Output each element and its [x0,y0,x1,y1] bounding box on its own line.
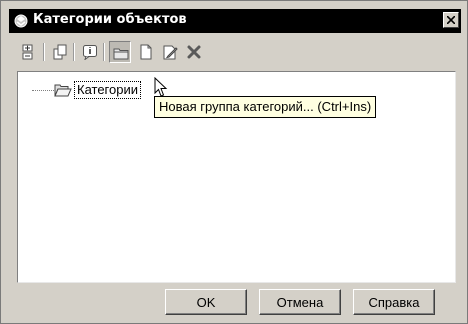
categories-dialog: Категории объектов Категории Новая групп… [0,0,468,324]
new-item-icon [140,44,152,60]
edit-icon [163,45,178,60]
copy-icon [53,44,67,60]
tooltip: Новая группа категорий... (Ctrl+Ins) [154,96,377,118]
folder-open-icon [54,84,72,97]
new-group-button[interactable] [109,41,131,63]
toolbar-separator [103,43,105,61]
copy-button[interactable] [49,41,71,63]
close-button[interactable] [443,12,459,28]
tree-connector [32,90,54,91]
expand-collapse-button[interactable] [17,41,39,63]
help-button[interactable]: Справка [353,289,435,315]
toolbar-separator [43,43,45,61]
properties-button[interactable] [79,41,101,63]
close-icon [447,16,455,24]
mouse-cursor-icon [154,77,168,97]
properties-icon [83,45,97,60]
new-item-button[interactable] [135,41,157,63]
delete-icon [187,45,201,59]
edit-button[interactable] [159,41,181,63]
toolbar [17,41,457,67]
ok-button[interactable]: OK [165,289,247,315]
categories-app-icon [14,14,28,28]
toolbar-separator [73,43,75,61]
window-title: Категории объектов [33,12,187,27]
expand-collapse-icon [22,44,33,60]
title-bar[interactable]: Категории объектов [9,9,461,33]
tree-item-categories[interactable]: Категории [74,81,141,99]
new-group-icon [113,48,129,60]
cancel-button[interactable]: Отмена [259,289,341,315]
delete-button[interactable] [183,41,205,63]
